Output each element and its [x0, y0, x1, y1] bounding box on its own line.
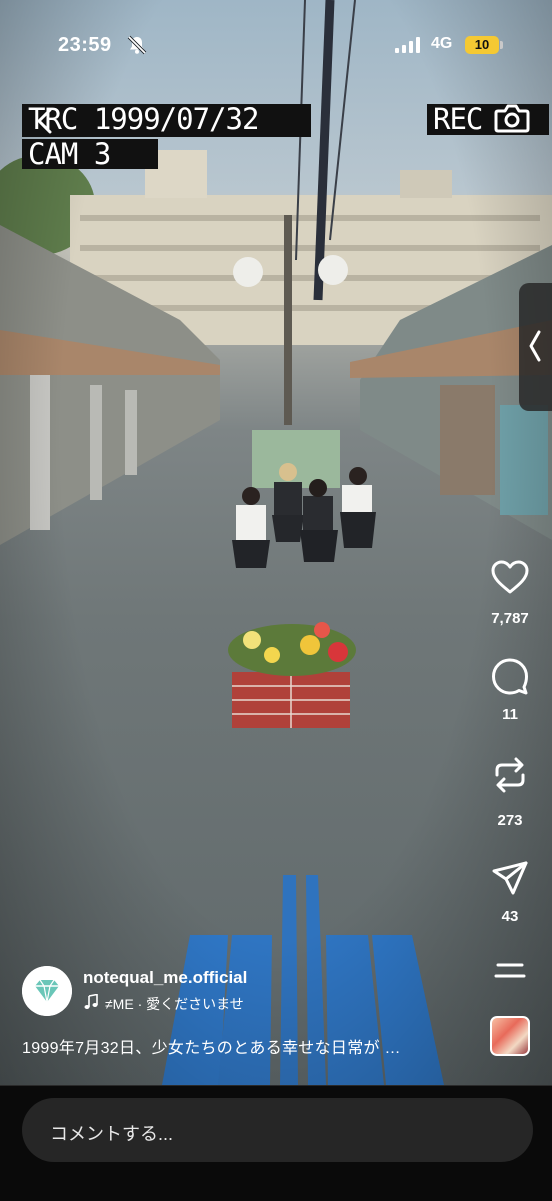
signal-icon — [395, 37, 420, 53]
music-note-icon — [84, 994, 98, 1009]
repost-icon[interactable] — [490, 755, 530, 795]
repost-count: 273 — [497, 812, 523, 829]
comment-count: 11 — [502, 706, 518, 723]
overlay-cam: CAM 3 — [22, 139, 158, 169]
status-time: 23:59 — [58, 34, 112, 56]
comment-placeholder: コメントする... — [50, 1124, 174, 1144]
diamond-logo-icon — [22, 966, 72, 1016]
back-arrow-icon[interactable] — [32, 106, 60, 136]
overlay-date: TRC 1999/07/32 — [22, 104, 311, 137]
avatar[interactable] — [22, 966, 72, 1016]
chevron-left-icon[interactable] — [526, 328, 544, 364]
menu-icon[interactable] — [494, 960, 526, 982]
network-label: 4G — [431, 35, 453, 52]
kiosk — [252, 430, 340, 488]
camera-icon[interactable] — [494, 102, 530, 134]
audio-thumbnail[interactable] — [490, 1016, 530, 1056]
battery-indicator: 10 — [465, 36, 499, 54]
caption[interactable]: 1999年7月32日、少女たちのとある幸せな日常が … — [22, 1034, 401, 1058]
bell-slash-icon — [127, 35, 147, 55]
overlay-rec: REC — [427, 104, 549, 135]
like-count: 7,787 — [491, 610, 529, 627]
account-name[interactable]: notequal_me.official — [83, 968, 247, 988]
battery-tip — [500, 41, 503, 49]
audio-label[interactable]: ≠ME · 愛くださいませ — [105, 994, 244, 1014]
utility-pole — [284, 215, 292, 425]
comment-icon[interactable] — [490, 656, 530, 696]
share-count: 43 — [501, 908, 519, 925]
share-icon[interactable] — [490, 858, 530, 898]
heart-icon[interactable] — [490, 558, 530, 598]
